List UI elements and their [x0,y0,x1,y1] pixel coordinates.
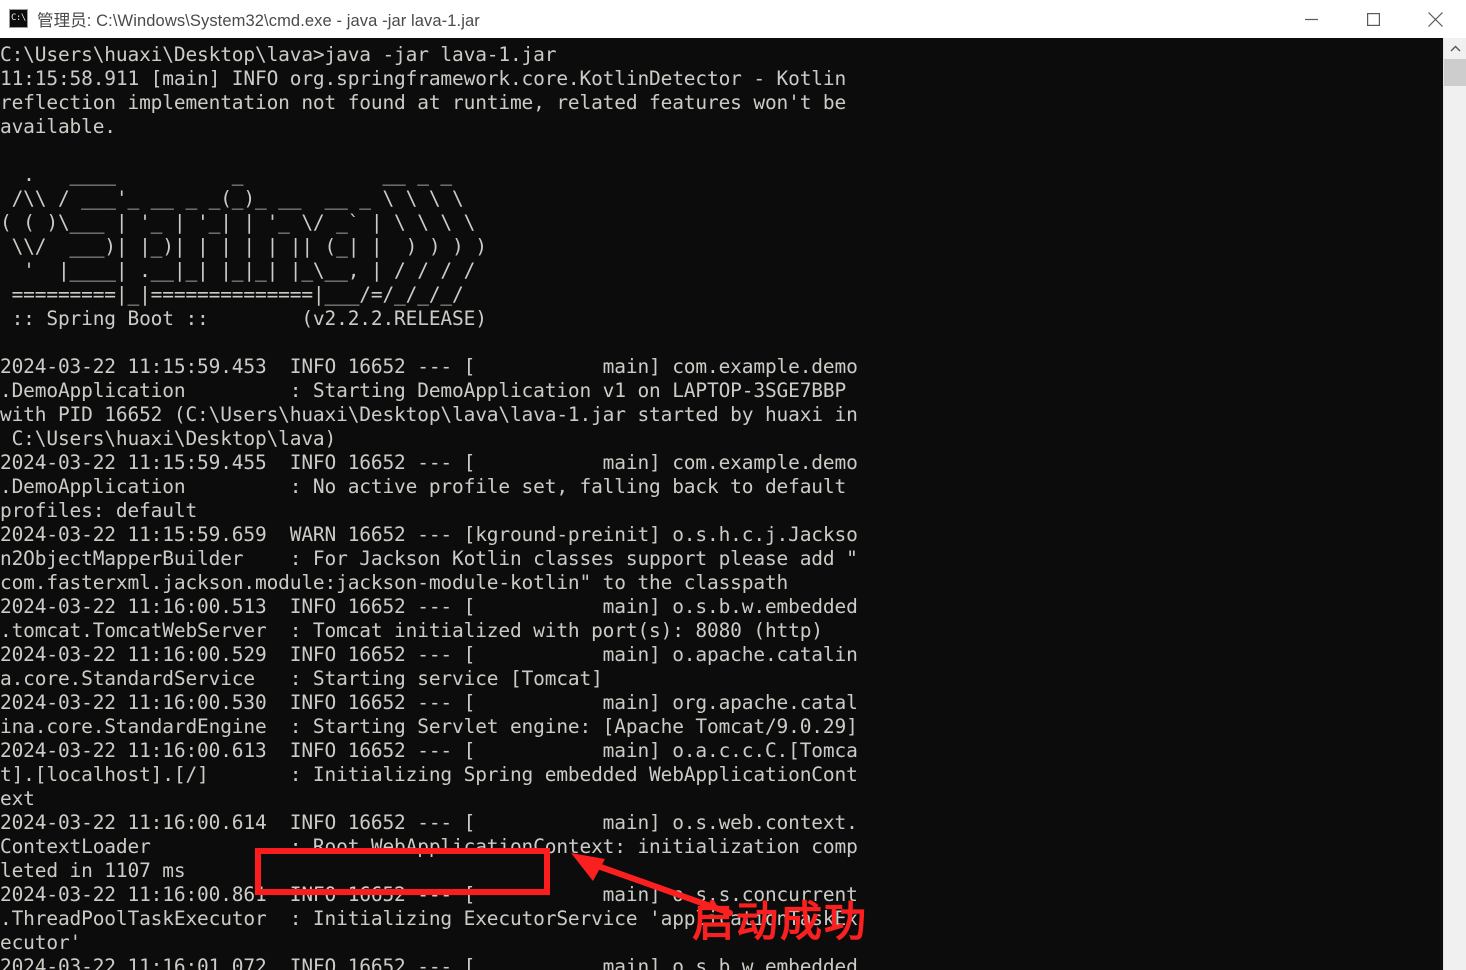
maximize-button[interactable] [1342,0,1404,38]
cmd-icon-glyph: C:\ [11,13,26,23]
cmd-window: C:\ 管理员: C:\Windows\System32\cmd.exe - j… [0,0,1466,970]
close-icon [1427,11,1443,27]
minimize-button[interactable] [1280,0,1342,38]
console-output-area[interactable]: C:\Users\huaxi\Desktop\lava>java -jar la… [0,38,1443,970]
callout-label: 启动成功 [692,897,869,946]
maximize-icon [1366,12,1380,26]
chevron-up-icon [1450,45,1461,51]
minimize-icon [1304,18,1318,20]
window-title: 管理员: C:\Windows\System32\cmd.exe - java … [37,11,480,30]
scrollbar-thumb[interactable] [1444,59,1466,86]
console-text: C:\Users\huaxi\Desktop\lava>java -jar la… [0,43,858,970]
cmd-console-icon: C:\ [9,9,28,28]
scroll-up-button[interactable] [1444,38,1466,59]
title-bar[interactable]: C:\ 管理员: C:\Windows\System32\cmd.exe - j… [0,0,1466,38]
vertical-scrollbar[interactable] [1443,38,1466,970]
close-button[interactable] [1404,0,1466,38]
window-controls [1280,0,1466,38]
